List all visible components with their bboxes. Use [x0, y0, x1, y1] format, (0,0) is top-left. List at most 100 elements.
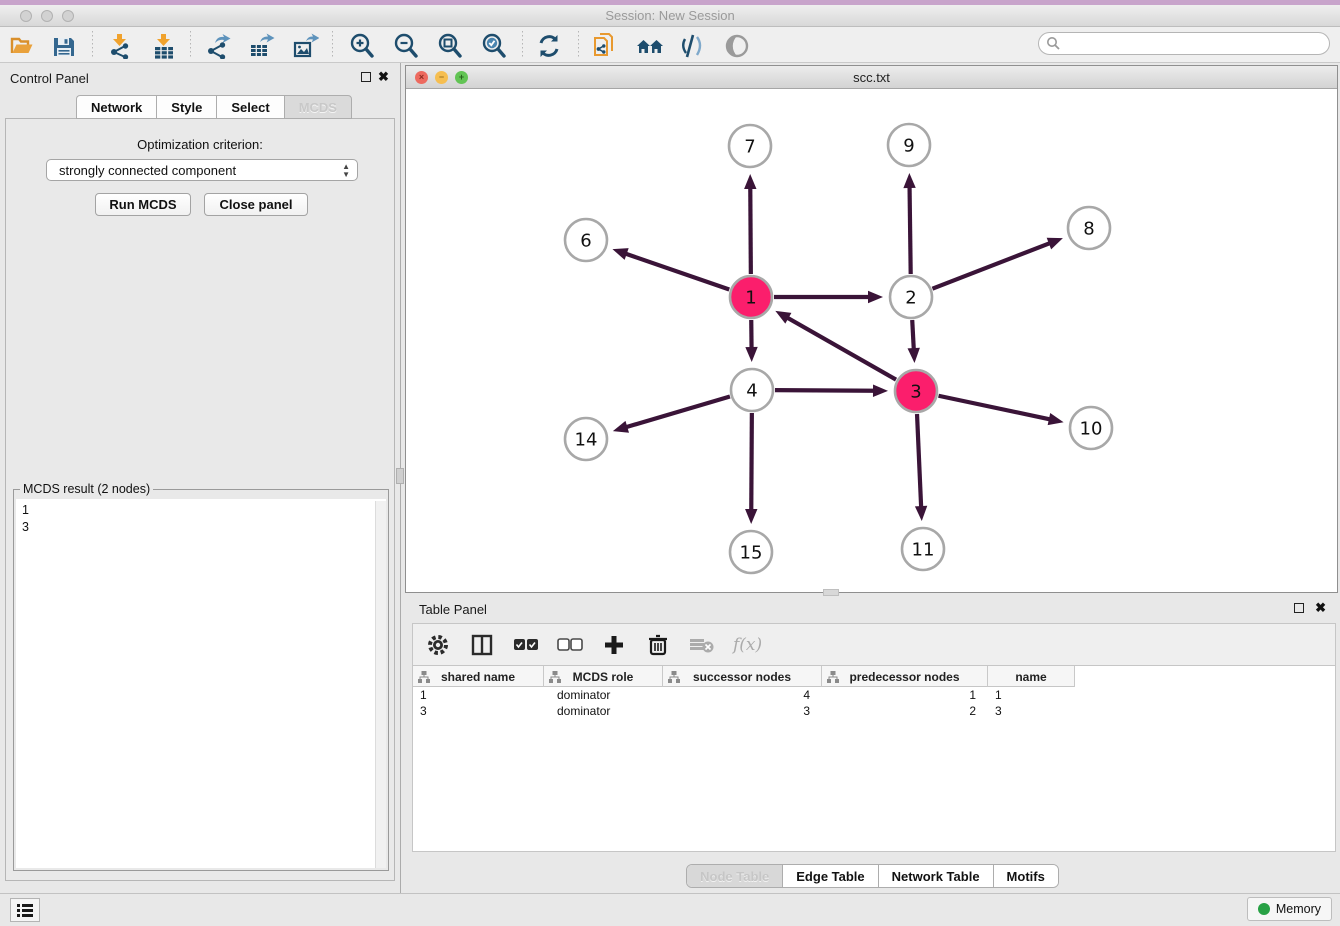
network-view-window: × − + scc.txt 7968124314101511: [405, 65, 1338, 593]
edge-2-3[interactable]: [912, 320, 914, 350]
cell-MCDS-role: dominator: [544, 687, 663, 703]
export-network-icon[interactable]: [204, 32, 232, 60]
tab-network-table[interactable]: Network Table: [879, 865, 994, 887]
zoom-out-icon[interactable]: [392, 32, 420, 60]
export-image-icon[interactable]: [292, 32, 320, 60]
edge-2-8[interactable]: [932, 243, 1050, 289]
export-table-icon[interactable]: [248, 32, 276, 60]
float-panel-icon[interactable]: [1294, 603, 1304, 613]
edge-4-15[interactable]: [751, 413, 752, 511]
tab-mcds[interactable]: MCDS: [284, 95, 352, 119]
node-label-7: 7: [744, 136, 755, 157]
table-header-row: shared nameMCDS rolesuccessor nodesprede…: [413, 666, 1075, 687]
node-label-14: 14: [575, 429, 598, 450]
mcds-result-title: MCDS result (2 nodes): [20, 482, 153, 496]
cell-successor-nodes: 3: [663, 703, 822, 719]
cell-MCDS-role: dominator: [544, 703, 663, 719]
delete-column-icon[interactable]: [645, 632, 671, 658]
network-window-titlebar[interactable]: × − + scc.txt: [406, 66, 1337, 89]
edge-1-7[interactable]: [750, 187, 751, 274]
scrollbar[interactable]: [375, 501, 386, 868]
delete-table-icon[interactable]: [689, 632, 715, 658]
tab-style[interactable]: Style: [156, 95, 216, 119]
edge-arrowhead: [613, 421, 629, 433]
control-panel-title: Control Panel: [10, 71, 89, 86]
node-label-11: 11: [912, 539, 935, 560]
save-session-icon[interactable]: [50, 32, 78, 60]
memory-button[interactable]: Memory: [1247, 897, 1332, 921]
optimization-criterion-label: Optimization criterion:: [6, 137, 394, 152]
column-header-predecessor-nodes[interactable]: predecessor nodes: [822, 666, 988, 687]
table-panel: Table Panel ✖ f(x): [405, 596, 1340, 893]
run-mcds-button[interactable]: Run MCDS: [95, 193, 191, 216]
float-panel-icon[interactable]: [361, 72, 371, 82]
table-body: 1dominator4113dominator323: [413, 687, 1335, 719]
column-header-MCDS-role[interactable]: MCDS role: [544, 666, 663, 687]
edge-3-10[interactable]: [939, 396, 1051, 420]
optimization-criterion-select[interactable]: strongly connected component ▲▼: [46, 159, 358, 181]
edge-3-1[interactable]: [787, 317, 896, 379]
table-row[interactable]: 1dominator411: [413, 687, 1335, 703]
node-label-9: 9: [903, 135, 914, 156]
cell-shared-name: 3: [413, 703, 544, 719]
table-tabs-row: Node TableEdge TableNetwork TableMotifs: [405, 864, 1340, 888]
deselect-all-icon[interactable]: [557, 632, 583, 658]
edge-arrowhead: [745, 509, 757, 524]
edge-4-14[interactable]: [625, 397, 730, 428]
task-list-button[interactable]: [10, 898, 40, 922]
tab-motifs[interactable]: Motifs: [994, 865, 1058, 887]
first-neighbors-icon[interactable]: [636, 32, 664, 60]
import-table-icon[interactable]: [150, 32, 178, 60]
new-network-from-selection-icon[interactable]: [591, 32, 619, 60]
edge-arrowhead: [745, 347, 757, 362]
vertical-splitter-grip[interactable]: [396, 468, 404, 484]
mcds-result-area[interactable]: 1 3: [16, 499, 386, 868]
toolbar-separator: [522, 31, 523, 59]
zoom-fit-icon[interactable]: [436, 32, 464, 60]
node-label-2: 2: [905, 287, 916, 308]
search-icon: [1046, 36, 1061, 51]
gear-icon[interactable]: [425, 632, 451, 658]
network-window-title: scc.txt: [406, 70, 1337, 85]
column-header-name[interactable]: name: [988, 666, 1075, 687]
edge-3-11[interactable]: [917, 414, 921, 508]
memory-status-icon: [1258, 903, 1270, 915]
search-input[interactable]: [1038, 32, 1330, 55]
zoom-in-icon[interactable]: [348, 32, 376, 60]
function-builder-icon[interactable]: f(x): [733, 635, 762, 655]
tab-select[interactable]: Select: [216, 95, 283, 119]
edge-arrowhead: [1047, 238, 1063, 250]
node-label-8: 8: [1083, 218, 1094, 239]
edge-2-9[interactable]: [910, 186, 911, 274]
close-panel-button[interactable]: Close panel: [204, 193, 308, 216]
tab-node-table[interactable]: Node Table: [687, 865, 783, 887]
zoom-selected-icon[interactable]: [480, 32, 508, 60]
network-canvas[interactable]: 7968124314101511: [406, 89, 1337, 592]
column-header-shared-name[interactable]: shared name: [413, 666, 544, 687]
open-session-icon[interactable]: [8, 32, 36, 60]
close-panel-icon[interactable]: ✖: [378, 69, 389, 85]
horizontal-splitter-grip[interactable]: [823, 589, 839, 596]
column-header-successor-nodes[interactable]: successor nodes: [663, 666, 822, 687]
select-all-icon[interactable]: [513, 632, 539, 658]
edge-4-3[interactable]: [775, 390, 875, 391]
table-tabs: Node TableEdge TableNetwork TableMotifs: [686, 864, 1059, 888]
hide-graphics-details-icon[interactable]: [679, 32, 707, 60]
node-table[interactable]: shared nameMCDS rolesuccessor nodesprede…: [412, 665, 1336, 852]
edge-arrowhead: [612, 248, 628, 260]
edge-arrowhead: [868, 291, 883, 303]
split-columns-icon[interactable]: [469, 632, 495, 658]
control-panel: Control Panel ✖ NetworkStyleSelectMCDS O…: [0, 63, 401, 893]
import-network-icon[interactable]: [106, 32, 134, 60]
table-row[interactable]: 3dominator323: [413, 703, 1335, 719]
tab-edge-table[interactable]: Edge Table: [783, 865, 878, 887]
show-graphics-details-icon[interactable]: [723, 32, 751, 60]
application-window: Session: New Session: [0, 0, 1340, 926]
close-panel-icon[interactable]: ✖: [1315, 600, 1326, 616]
apply-layout-icon[interactable]: [535, 32, 563, 60]
add-column-icon[interactable]: [601, 632, 627, 658]
tab-network[interactable]: Network: [76, 95, 156, 119]
mcds-panel: Optimization criterion: strongly connect…: [5, 118, 395, 881]
edge-arrowhead: [1048, 413, 1064, 425]
edge-1-6[interactable]: [625, 253, 730, 289]
